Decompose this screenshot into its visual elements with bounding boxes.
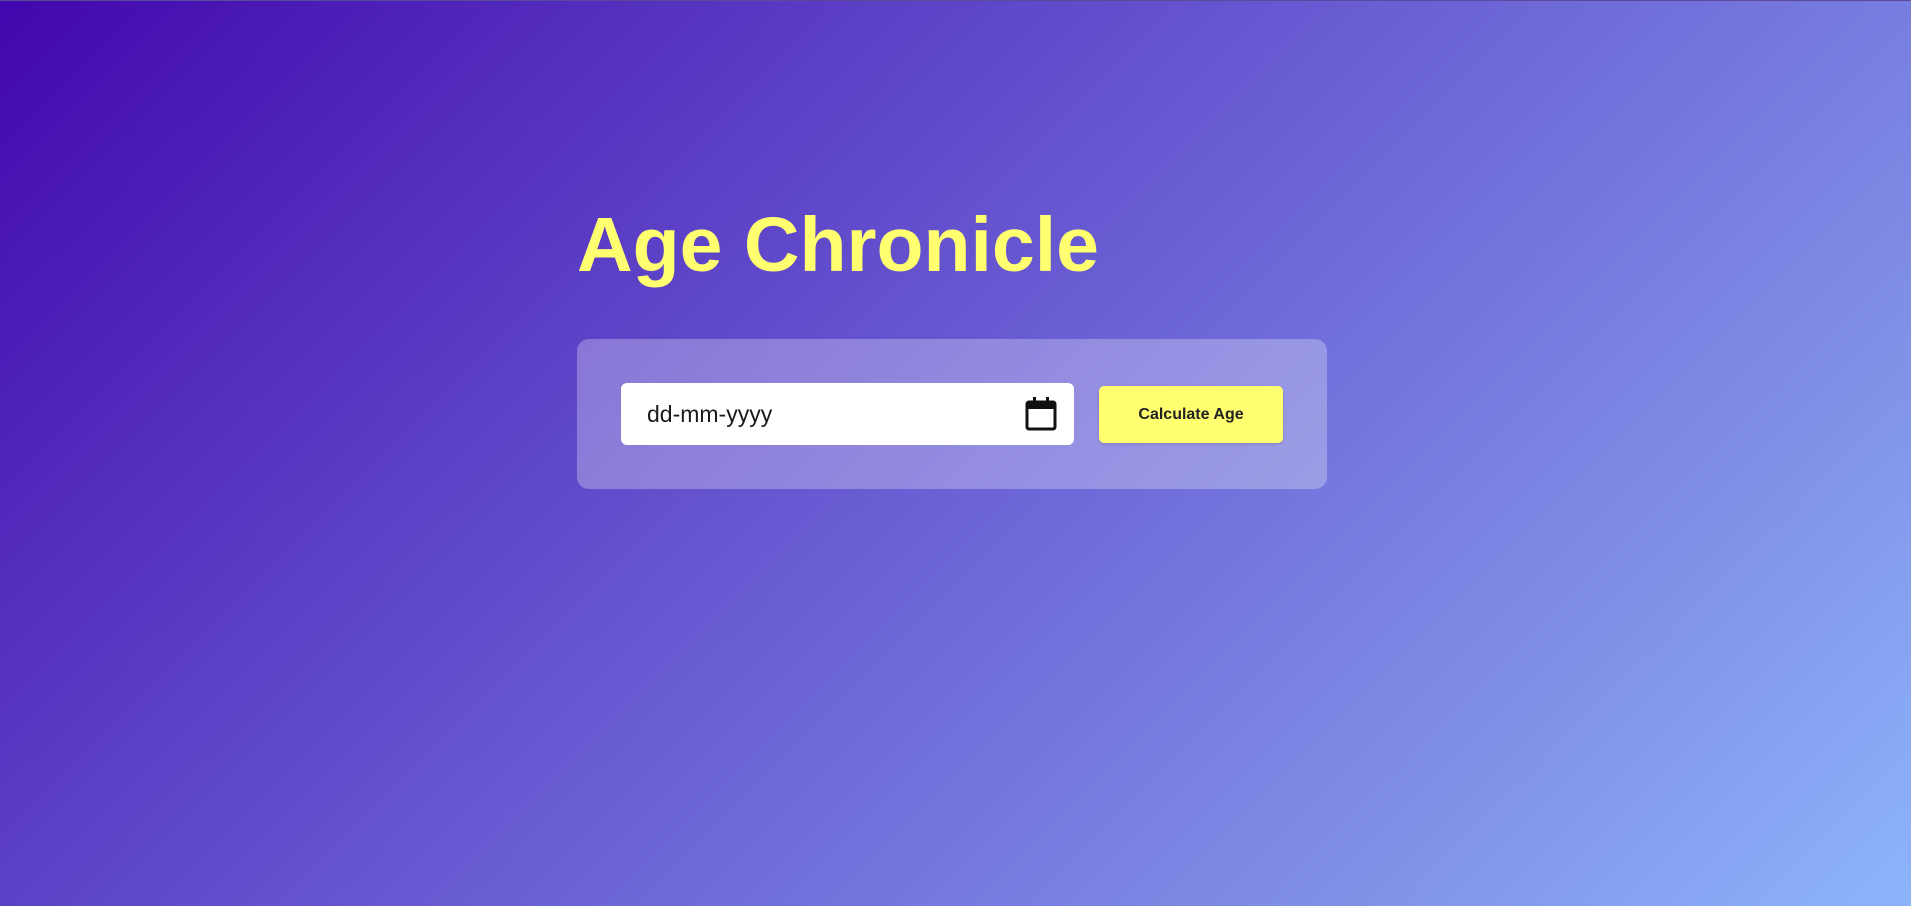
top-border bbox=[0, 0, 1911, 1]
birthdate-input[interactable]: dd-mm-yyyy bbox=[621, 383, 1074, 445]
calendar-icon[interactable] bbox=[1025, 397, 1057, 431]
calculate-age-button[interactable]: Calculate Age bbox=[1099, 386, 1283, 443]
birthdate-placeholder: dd-mm-yyyy bbox=[647, 400, 773, 427]
main-container: Age Chronicle dd-mm-yyyy Calculate Age bbox=[577, 195, 1327, 489]
page-title: Age Chronicle bbox=[577, 202, 1099, 288]
age-form-card: dd-mm-yyyy Calculate Age bbox=[577, 339, 1327, 489]
